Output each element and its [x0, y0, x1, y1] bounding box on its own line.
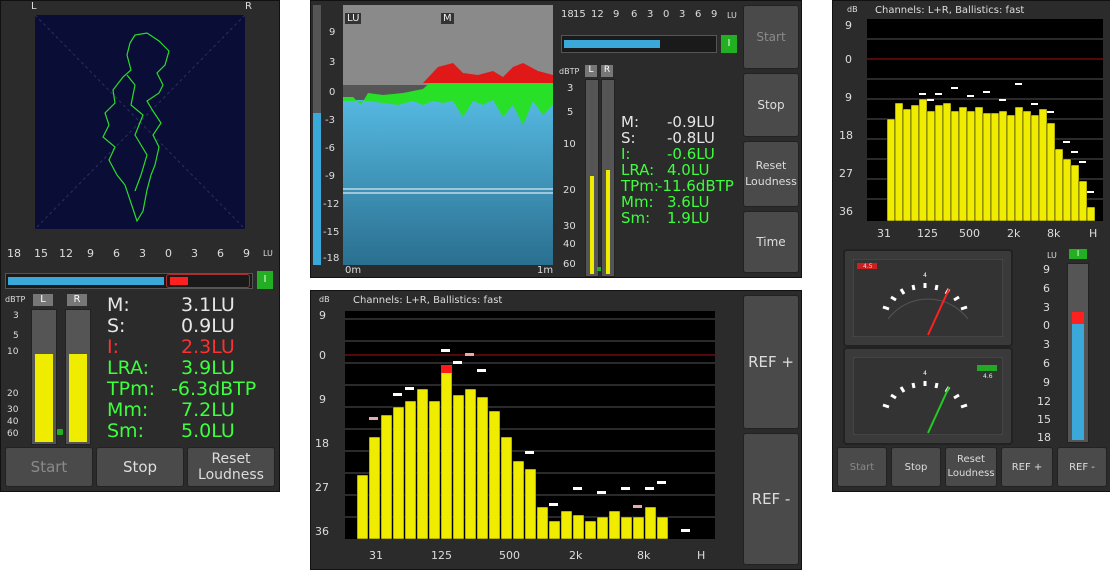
- rta-spectrum: [345, 311, 715, 539]
- vu-top-scale-4: 4: [923, 272, 927, 279]
- stop-button-4[interactable]: Stop: [891, 447, 941, 487]
- dbtp-label: dBTP: [5, 295, 26, 304]
- meter-r-bar-2: [601, 79, 615, 277]
- rta-x-ticks: 31 125 500 2k 8k H: [369, 549, 706, 562]
- peak-led-2: [597, 267, 601, 271]
- rta-y-ticks: 9 0 9 18 27 36: [315, 309, 329, 538]
- history-lu-bar: [313, 5, 321, 265]
- lu-meter-bar: [1067, 263, 1089, 443]
- vu-top-badge: 4.5: [863, 263, 873, 270]
- history-x-start: 0m: [345, 265, 362, 276]
- lu-meter-ticks: 9 6 3 0 3 6 9 12 15 18: [1037, 263, 1051, 444]
- goniometer-right-label: R: [245, 1, 252, 12]
- vu-meter-bottom: 4 4.6: [843, 347, 1013, 445]
- meter-r-label: R: [67, 294, 87, 306]
- integrated-indicator: I: [257, 271, 273, 289]
- meter-r-bar: [65, 309, 91, 445]
- integrated-indicator-2: I: [721, 35, 737, 53]
- ref-plus-button-4[interactable]: REF +: [1001, 447, 1053, 487]
- lu-indicator: I: [1069, 249, 1087, 259]
- meter-l-label: L: [33, 294, 53, 306]
- meter-l-bar-2: [585, 79, 599, 277]
- vu-bottom-scale-4: 4: [923, 370, 927, 377]
- ref-minus-button-4[interactable]: REF -: [1057, 447, 1107, 487]
- loudness-history-graph: [343, 5, 553, 265]
- rta-title-2: Channels: L+R, Ballistics: fast: [875, 5, 1025, 16]
- loudness-bar: [5, 273, 253, 289]
- reset-loudness-button[interactable]: Reset Loudness: [187, 447, 275, 487]
- history-x-end: 1m: [537, 265, 554, 276]
- meter-l-bar: [31, 309, 57, 445]
- rta-spectrum-2: [867, 19, 1103, 221]
- loudness-panel-goniometer: L R 18 15 12 9 6 3 0 3 6 9 LU I dBTP L R…: [0, 0, 280, 492]
- start-button-4[interactable]: Start: [837, 447, 887, 487]
- dbtp-label-2: dBTP: [559, 67, 580, 76]
- rta-panel-large: dB Channels: L+R, Ballistics: fast 9 0 9…: [310, 290, 802, 570]
- start-button[interactable]: Start: [5, 447, 93, 487]
- rta-db-label: dB: [319, 295, 330, 304]
- history-y-ticks: 9 3 0 -3 -6 -9 -12 -15 -18: [323, 27, 340, 264]
- history-m-tag: M: [441, 13, 454, 24]
- vu-bottom-badge: 4.6: [983, 373, 993, 380]
- meter-r-label-2: R: [601, 65, 613, 77]
- stop-button[interactable]: Stop: [96, 447, 184, 487]
- history-lu-tag: LU: [345, 13, 362, 24]
- meter-l-label-2: L: [585, 65, 597, 77]
- stop-button-2[interactable]: Stop: [743, 73, 799, 137]
- rta-x-ticks-2: 31 125 500 2k 8k H: [877, 227, 1098, 240]
- readouts: M: 3.1LU S: 0.9LU I: 2.3LU LRA: 3.9LU TPm: -6…: [107, 294, 257, 442]
- loudness-panel-history: 9 3 0 -3 -6 -9 -12 -15 -18 LU M 0m 1m 18…: [310, 0, 802, 278]
- goniometer-left-label: L: [31, 1, 37, 12]
- goniometer-display: [35, 15, 245, 229]
- ref-plus-button[interactable]: REF +: [743, 295, 799, 429]
- lu-scale-ticks-2: 18 15 12 9 6 3 0 3 6 9 LU: [561, 9, 737, 20]
- reset-loudness-button-2[interactable]: Reset Loudness: [743, 141, 799, 207]
- rta-vu-panel: dB Channels: L+R, Ballistics: fast 9 0 9…: [832, 0, 1110, 492]
- time-button[interactable]: Time: [743, 211, 799, 273]
- start-button-2[interactable]: Start: [743, 5, 799, 69]
- rta-title: Channels: L+R, Ballistics: fast: [353, 295, 503, 306]
- ref-minus-button[interactable]: REF -: [743, 433, 799, 565]
- rta-y-ticks-2: 9 0 9 18 27 36: [839, 19, 853, 218]
- rta-db-label-2: dB: [847, 5, 858, 14]
- vu-meter-top: 4 4.5: [843, 249, 1013, 347]
- meter-ticks: 3 5 10 20 30 40 60: [7, 311, 19, 439]
- meter-ticks-2: 3 5 10 20 30 40 60: [563, 83, 576, 270]
- reset-loudness-button-4[interactable]: Reset Loudness: [945, 447, 997, 487]
- loudness-bar-2: [561, 35, 717, 53]
- lu-scale-ticks: 18 15 12 9 6 3 0 3 6 9 LU: [7, 247, 273, 260]
- peak-led: [57, 429, 63, 435]
